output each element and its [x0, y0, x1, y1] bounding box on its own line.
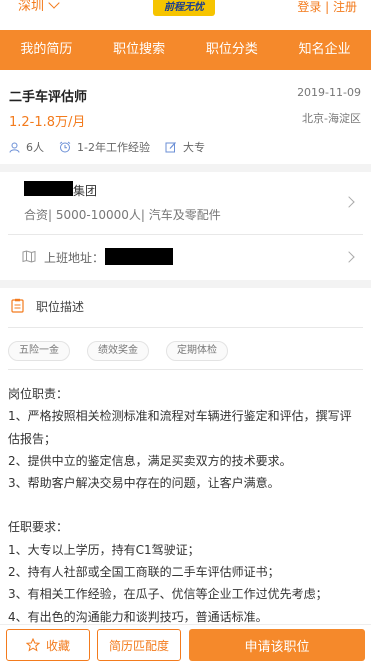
- resume-match-button[interactable]: 简历匹配度: [97, 629, 181, 661]
- experience: 1-2年工作经验: [59, 139, 150, 155]
- address-label: 上班地址：: [44, 251, 105, 265]
- apply-button[interactable]: 申请该职位: [189, 629, 365, 661]
- nav-my-resume[interactable]: 我的简历: [0, 30, 93, 70]
- edit-icon: [165, 142, 176, 153]
- main-nav: 我的简历 职位搜索 职位分类 知名企业: [0, 30, 371, 70]
- top-bar: 深圳 前程无忧 登录 | 注册: [0, 0, 371, 30]
- job-meta: 6人 1-2年工作经验 大专: [9, 139, 220, 155]
- clipboard-icon: [11, 298, 24, 313]
- map-icon: [22, 250, 36, 263]
- logo[interactable]: 前程无忧: [153, 0, 215, 16]
- section-divider: [0, 280, 371, 288]
- login-register-link[interactable]: 登录 | 注册: [297, 0, 357, 14]
- star-icon: [25, 638, 40, 652]
- company-info: 合资| 5000-10000人| 汽车及零配件: [24, 208, 221, 222]
- work-address-row[interactable]: 上班地址：: [0, 235, 371, 279]
- logo-text: 前程无忧: [164, 2, 204, 13]
- bottom-action-bar: 收藏 简历匹配度 申请该职位: [0, 624, 371, 667]
- benefit-tag: 绩效奖金: [87, 341, 149, 361]
- benefit-tag: 定期体检: [166, 341, 228, 361]
- requirement-item: 3、有相关工作经验，在瓜子、优信等企业工作过优先考虑；: [8, 587, 328, 602]
- requirement-item: 2、持有人社部或全国工商联的二手车评估师证书；: [8, 565, 280, 580]
- description-header: 职位描述: [0, 288, 371, 326]
- divider: [8, 369, 363, 370]
- chevron-right-icon: [343, 196, 355, 208]
- duties-title: 岗位职责：: [8, 387, 69, 401]
- company-card[interactable]: 集团 合资| 5000-10000人| 汽车及零配件: [0, 172, 371, 234]
- job-location: 北京-海淀区: [302, 112, 361, 125]
- duty-item: 2、提供中立的鉴定信息，满足买卖双方的技术要求。: [8, 453, 292, 468]
- divider: [8, 327, 363, 328]
- requirement-item: 1、大专以上学历，持有C1驾驶证；: [8, 542, 200, 557]
- job-salary: 1.2-1.8万/月: [9, 115, 86, 130]
- experience-value: 1-2年工作经验: [77, 141, 150, 154]
- duty-item: 1、严格按照相关检测标准和流程对车辆进行鉴定和评估，撰写评估报告；: [8, 409, 352, 446]
- education-value: 大专: [182, 141, 205, 154]
- redacted-address: [105, 248, 173, 265]
- education: 大专: [165, 139, 205, 155]
- requirements-title: 任职要求：: [8, 520, 69, 535]
- city-selector[interactable]: 深圳: [18, 0, 60, 14]
- section-divider: [0, 164, 371, 172]
- company-name-suffix: 集团: [73, 184, 98, 198]
- nav-famous-companies[interactable]: 知名企业: [278, 30, 371, 70]
- benefit-tags: 五险一金 绩效奖金 定期体检: [8, 341, 245, 361]
- job-summary: 二手车评估师 2019-11-09 1.2-1.8万/月 北京-海淀区 6人 1…: [0, 70, 371, 164]
- redacted-company-name: [24, 181, 73, 196]
- job-description-text: 岗位职责： 1、严格按照相关检测标准和流程对车辆进行鉴定和评估，撰写评估报告； …: [8, 383, 363, 628]
- alarm-clock-icon: [59, 141, 71, 153]
- job-title: 二手车评估师: [9, 90, 88, 105]
- description-title: 职位描述: [36, 300, 85, 314]
- city-label: 深圳: [18, 0, 45, 14]
- job-date: 2019-11-09: [297, 86, 361, 99]
- chevron-down-icon: [48, 0, 60, 9]
- favorite-button[interactable]: 收藏: [6, 629, 90, 661]
- chevron-right-icon: [343, 251, 355, 263]
- headcount: 6人: [9, 139, 44, 155]
- person-icon: [9, 142, 20, 153]
- benefit-tag: 五险一金: [8, 341, 70, 361]
- duty-item: 3、帮助客户解决交易中存在的问题，让客户满意。: [8, 476, 280, 491]
- headcount-value: 6人: [26, 141, 44, 154]
- nav-job-category[interactable]: 职位分类: [186, 30, 279, 70]
- favorite-label: 收藏: [45, 638, 70, 653]
- nav-job-search[interactable]: 职位搜索: [93, 30, 186, 70]
